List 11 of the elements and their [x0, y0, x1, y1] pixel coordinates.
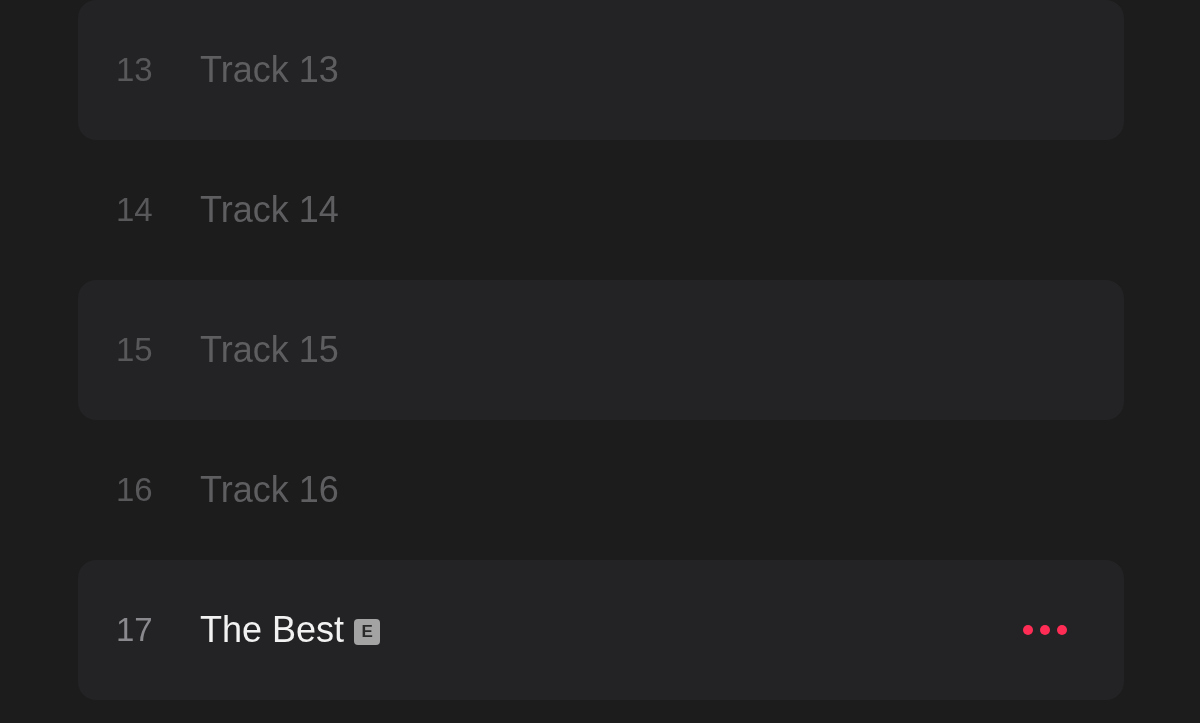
- track-number: 14: [116, 191, 154, 229]
- track-title: Track 16: [200, 469, 339, 511]
- track-number: 17: [116, 611, 154, 649]
- track-title: Track 13: [200, 49, 339, 91]
- track-title: Track 15: [200, 329, 339, 371]
- explicit-badge: E: [354, 619, 381, 645]
- track-row[interactable]: 17 The Best E: [78, 560, 1124, 700]
- track-title: The Best: [200, 609, 345, 651]
- track-number: 16: [116, 471, 154, 509]
- more-options-icon[interactable]: [1022, 624, 1068, 636]
- track-title: Track 14: [200, 189, 339, 231]
